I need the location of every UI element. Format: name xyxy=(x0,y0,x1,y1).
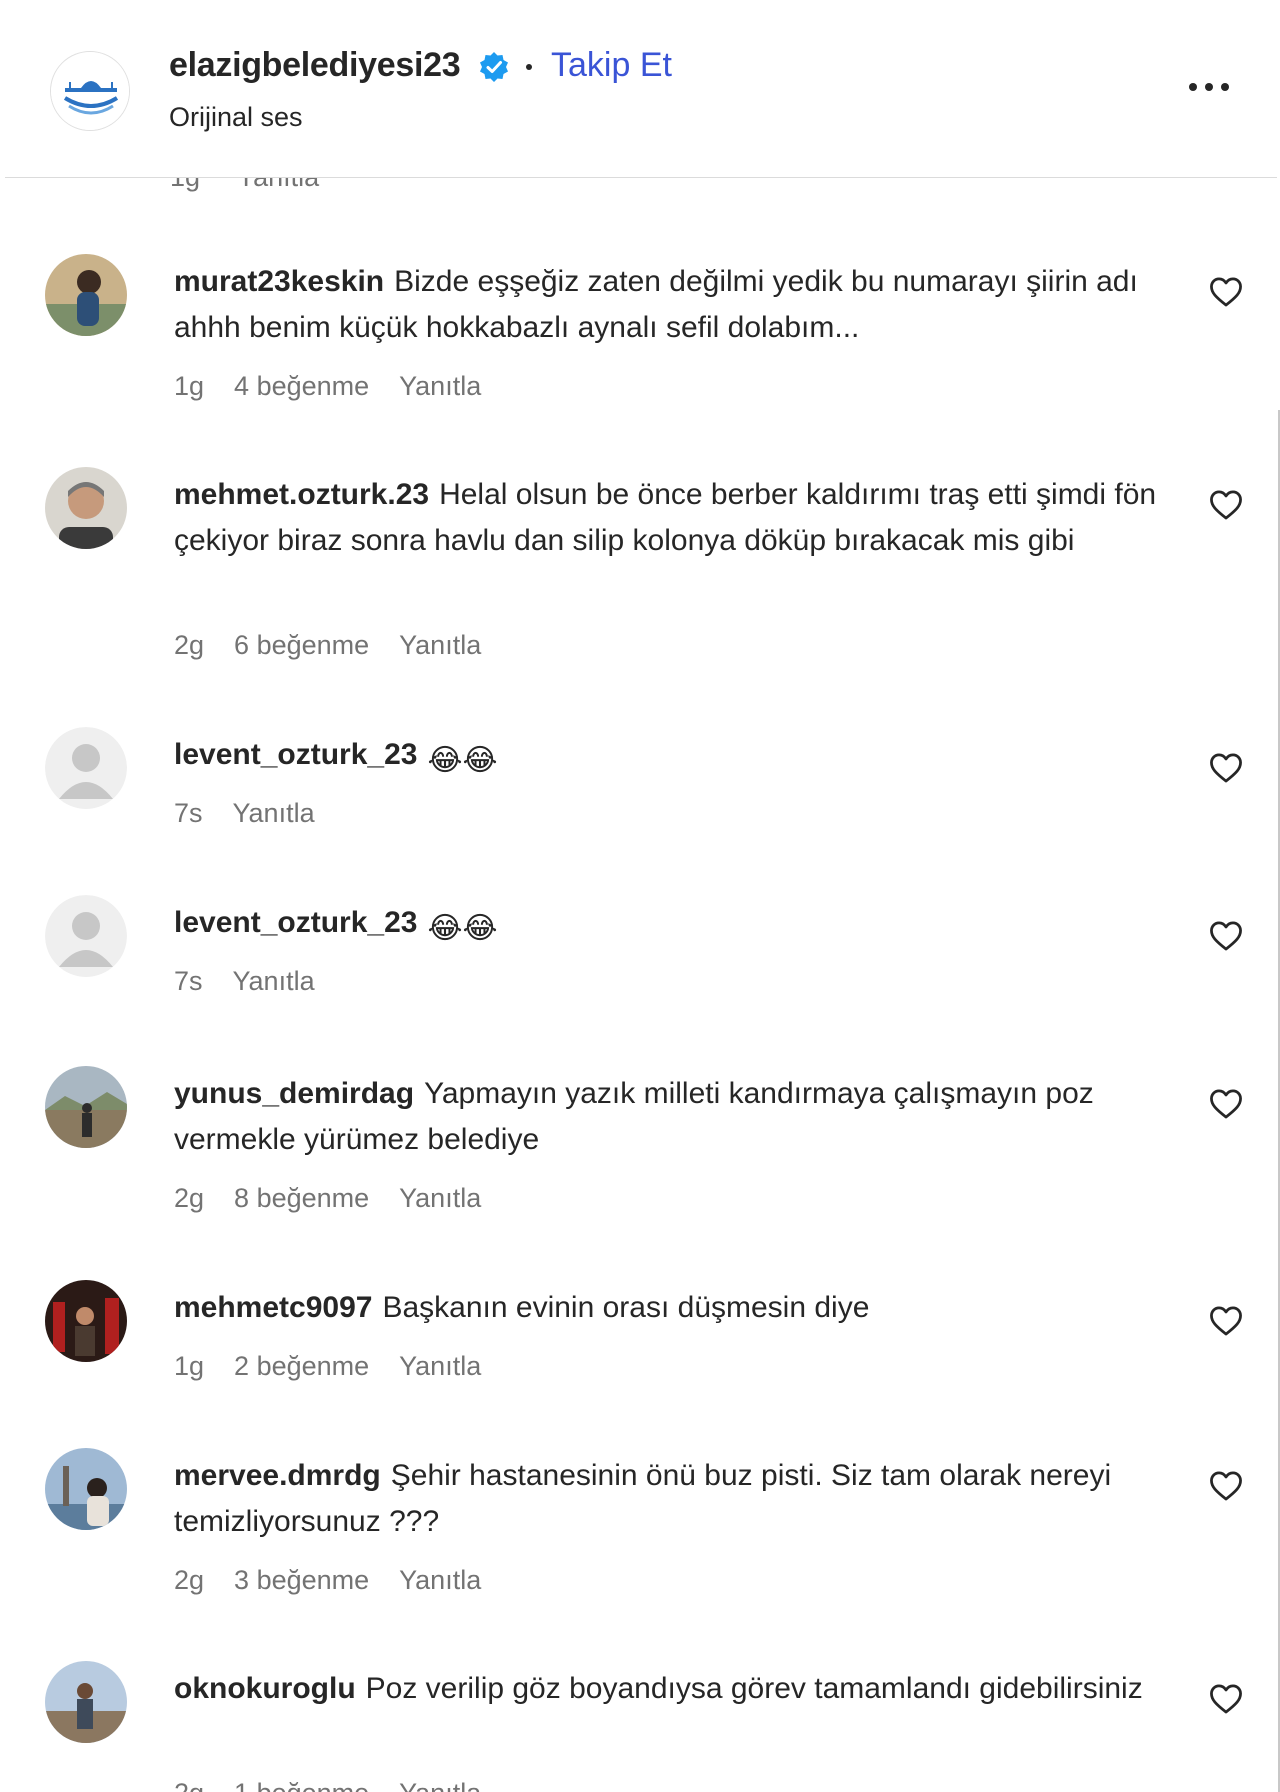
heart-outline-icon[interactable] xyxy=(1208,1088,1244,1120)
avatar[interactable] xyxy=(45,1066,127,1148)
follow-button[interactable]: Takip Et xyxy=(551,46,672,85)
comment-age: 7s xyxy=(174,798,203,828)
heart-outline-icon[interactable] xyxy=(1208,752,1244,784)
like-count[interactable]: 8 beğenme xyxy=(234,1183,369,1214)
separator-dot xyxy=(526,64,532,70)
comment-text: yunus_demirdag Yapmayın yazık milleti kan… xyxy=(174,1071,1174,1163)
comment-username[interactable]: levent_ozturk_23 xyxy=(174,906,417,939)
like-count[interactable]: 4 beğenme xyxy=(234,371,369,402)
comment-age: 2g xyxy=(174,1778,204,1792)
reply-button[interactable]: Yanıtla xyxy=(399,1565,481,1596)
reply-button[interactable]: Yanıtla xyxy=(399,1778,481,1792)
laughing-emoji-icon: 😂😂 xyxy=(427,912,498,945)
comment-username[interactable]: levent_ozturk_23 xyxy=(174,738,417,771)
comment-text: levent_ozturk_23 😂😂 xyxy=(174,732,1174,784)
comment-meta: 1g 4 beğenme Yanıtla xyxy=(174,371,481,402)
like-count[interactable]: 1 beğenme xyxy=(234,1778,369,1792)
avatar[interactable] xyxy=(45,254,127,336)
comment-username[interactable]: yunus_demirdag xyxy=(174,1077,414,1110)
reply-button[interactable]: Yanıtla xyxy=(233,966,315,997)
comment-text: murat23keskin Bizde eşşeğiz zaten değilmi… xyxy=(174,259,1174,351)
heart-outline-icon[interactable] xyxy=(1208,1470,1244,1502)
comment-age: 1g xyxy=(174,371,205,401)
like-count[interactable]: 2 beğenme xyxy=(234,1351,369,1382)
reply-button[interactable]: Yanıtla xyxy=(399,630,481,661)
comment-age: 2g xyxy=(174,1183,205,1213)
avatar[interactable] xyxy=(45,1448,127,1530)
comment-content: Başkanın evinin orası düşmesin diye xyxy=(382,1291,870,1324)
comment-meta: 1g 2 beğenme Yanıtla xyxy=(174,1351,481,1382)
reply-button[interactable]: Yanıtla xyxy=(399,1183,481,1214)
comment-username[interactable]: mehmetc9097 xyxy=(174,1291,372,1324)
comment-text: mervee.dmrdg Şehir hastanesinin önü buz p… xyxy=(174,1453,1174,1545)
heart-outline-icon[interactable] xyxy=(1208,1305,1244,1337)
avatar[interactable] xyxy=(45,467,127,549)
comment-username[interactable]: mehmet.ozturk.23 xyxy=(174,478,429,511)
heart-outline-icon[interactable] xyxy=(1208,920,1244,952)
comment-age: 1g xyxy=(174,1351,205,1381)
laughing-emoji-icon: 😂😂 xyxy=(427,744,498,777)
heart-outline-icon[interactable] xyxy=(1208,1683,1244,1715)
heart-outline-icon[interactable] xyxy=(1208,276,1244,308)
account-name-link[interactable]: elazigbelediyesi23 xyxy=(169,46,461,85)
reply-button[interactable]: Yanıtla xyxy=(233,798,315,829)
comment-age: 2g xyxy=(174,1565,205,1595)
comment-text: mehmetc9097 Başkanın evinin orası düşmesi… xyxy=(174,1285,1174,1331)
default-avatar-icon[interactable] xyxy=(45,727,127,809)
reply-button[interactable]: Yanıtla xyxy=(399,371,481,402)
comment-meta: 7s Yanıtla xyxy=(174,966,315,997)
comment-text: oknokuroglu Poz verilip göz boyandıysa gö… xyxy=(174,1666,1174,1712)
audio-label[interactable]: Orijinal ses xyxy=(169,102,303,133)
verified-badge-icon xyxy=(478,51,510,83)
post-header: elazigbelediyesi23 Takip Et Orijinal ses xyxy=(5,0,1277,178)
comment-username[interactable]: mervee.dmrdg xyxy=(174,1459,381,1492)
comment-username[interactable]: oknokuroglu xyxy=(174,1672,356,1705)
avatar[interactable] xyxy=(45,1661,127,1743)
avatar[interactable] xyxy=(45,1280,127,1362)
comment-username[interactable]: murat23keskin xyxy=(174,265,384,298)
comment-meta: 7s Yanıtla xyxy=(174,798,315,829)
profile-avatar[interactable] xyxy=(50,51,130,131)
comment-age: 2g xyxy=(174,630,205,660)
comment-text: mehmet.ozturk.23 Helal olsun be önce berb… xyxy=(174,472,1174,564)
more-options-icon[interactable] xyxy=(1185,76,1233,98)
municipality-logo-icon xyxy=(51,52,129,130)
default-avatar-icon[interactable] xyxy=(45,895,127,977)
heart-outline-icon[interactable] xyxy=(1208,489,1244,521)
comment-content: Poz verilip göz boyandıysa görev tamamla… xyxy=(365,1672,1143,1705)
like-count[interactable]: 6 beğenme xyxy=(234,630,369,661)
comment-meta: 2g 8 beğenme Yanıtla xyxy=(174,1183,481,1214)
like-count[interactable]: 3 beğenme xyxy=(234,1565,369,1596)
comment-text: levent_ozturk_23 😂😂 xyxy=(174,900,1174,952)
comment-meta: 2g 1 beğenme Yanıtla xyxy=(174,1778,481,1792)
comment-meta: 2g 3 beğenme Yanıtla xyxy=(174,1565,481,1596)
comment-age: 7s xyxy=(174,966,203,996)
reply-button[interactable]: Yanıtla xyxy=(399,1351,481,1382)
comment-meta: 2g 6 beğenme Yanıtla xyxy=(174,630,481,661)
